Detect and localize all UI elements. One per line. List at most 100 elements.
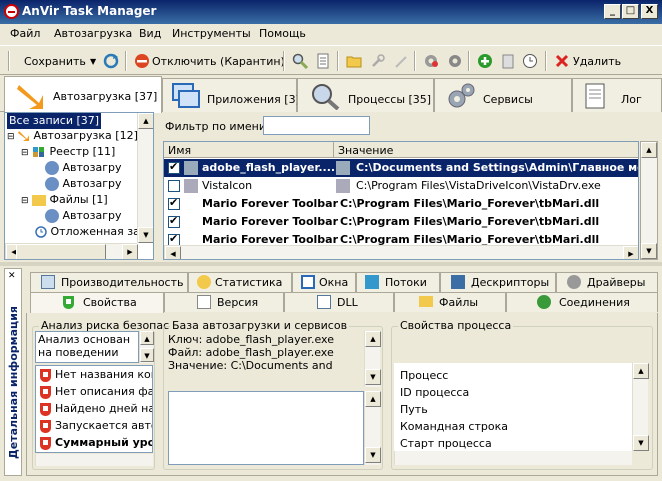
risk-item[interactable]: Нет названия ком: [40, 368, 152, 384]
collapse-icon[interactable]: ⊟: [21, 196, 29, 206]
tree-item-autostart[interactable]: ⊟ Автозагрузка [12]: [7, 129, 138, 145]
notes-icon[interactable]: [500, 53, 516, 69]
close-detail-icon[interactable]: ✕: [8, 271, 16, 281]
menu-view[interactable]: Вид: [139, 27, 161, 40]
enabled-checkbox[interactable]: [168, 196, 180, 210]
refresh-icon[interactable]: [103, 53, 119, 69]
scroll-up-button[interactable]: ▲: [140, 331, 154, 345]
tree-item-files[interactable]: ⊟ Файлы [1]: [21, 193, 108, 209]
scroll-up-button[interactable]: ▲: [365, 391, 381, 407]
tab-autostart[interactable]: Автозагрузка [37]: [4, 76, 162, 113]
wrench-icon[interactable]: [394, 53, 410, 69]
list-hscrollbar[interactable]: ◀ ▶: [164, 245, 638, 259]
save-dropdown-icon[interactable]: ▼: [90, 57, 96, 66]
risk-item[interactable]: Найдено дней наз: [40, 402, 152, 418]
tab-version[interactable]: Версия: [164, 292, 284, 312]
risk-basis-scrollbar[interactable]: ▲ ▼: [139, 331, 154, 363]
props-scrollbar[interactable]: ▲ ▼: [632, 363, 649, 451]
tab-statistics[interactable]: Статистика: [188, 272, 292, 292]
properties-icon[interactable]: [315, 53, 331, 69]
scroll-down-button[interactable]: ▼: [641, 243, 657, 259]
tab-connections[interactable]: Соединения: [506, 292, 658, 312]
risk-item[interactable]: Нет описания фай: [40, 385, 152, 401]
cog-icon[interactable]: [447, 53, 463, 69]
scroll-left-button[interactable]: ◀: [165, 246, 181, 259]
toolbar-separator: [468, 51, 470, 71]
search-icon[interactable]: [292, 53, 308, 69]
log-icon: [585, 83, 605, 109]
database-notes[interactable]: [168, 391, 364, 465]
tab-applications[interactable]: Приложения [3]: [162, 78, 300, 112]
tab-services[interactable]: Сервисы: [434, 78, 572, 112]
risk-hscrollbar[interactable]: [35, 454, 153, 466]
tree-item-files-1[interactable]: Автозагру: [45, 209, 122, 225]
tab-threads-label: Потоки: [385, 276, 427, 289]
menu-autostart[interactable]: Автозагрузка: [54, 27, 132, 40]
menu-tools[interactable]: Инструменты: [172, 27, 251, 40]
notes-scrollbar[interactable]: ▲ ▼: [364, 391, 381, 465]
tab-drivers[interactable]: Драйверы: [556, 272, 658, 292]
tree-item-delayed[interactable]: Отложенная за: [35, 225, 140, 241]
tree-item-registry-1[interactable]: Автозагру: [45, 161, 122, 177]
scroll-up-button[interactable]: ▲: [633, 363, 649, 379]
collapse-icon[interactable]: ⊟: [7, 132, 15, 142]
table-row[interactable]: Mario Forever Toolbar C:\Program Files\M…: [164, 195, 638, 213]
maximize-button[interactable]: □: [622, 4, 639, 19]
gear-icon[interactable]: [423, 53, 439, 69]
tab-files[interactable]: Файлы: [394, 292, 506, 312]
scroll-thumb[interactable]: [16, 244, 106, 259]
tools-icon[interactable]: [370, 53, 386, 69]
scroll-down-button[interactable]: ▼: [365, 447, 381, 463]
row-value: C:\Program Files\Mario_Forever\tbMari.dl…: [340, 215, 600, 228]
tab-windows[interactable]: Окна: [292, 272, 356, 292]
tab-processes[interactable]: Процессы [35]: [297, 78, 434, 112]
tab-log[interactable]: Лог: [572, 78, 662, 112]
splitter[interactable]: [0, 262, 662, 266]
scroll-up-button[interactable]: ▲: [138, 113, 153, 129]
database-scrollbar[interactable]: ▲ ▼: [364, 331, 381, 387]
table-row[interactable]: Mario Forever Toolbar C:\Program Files\M…: [164, 213, 638, 231]
disable-quarantine-button[interactable]: Отключить (Карантин): [152, 55, 285, 68]
tab-handles[interactable]: Дескрипторы: [440, 272, 556, 292]
minimize-button[interactable]: _: [604, 4, 621, 19]
add-icon[interactable]: [477, 53, 493, 69]
risk-item[interactable]: Запускается автом: [40, 419, 152, 435]
folder-icon[interactable]: [346, 53, 362, 69]
save-button[interactable]: Сохранить: [24, 55, 86, 68]
collapse-icon[interactable]: ⊟: [21, 148, 29, 158]
tab-dll[interactable]: DLL: [284, 292, 394, 312]
delete-button[interactable]: Удалить: [573, 55, 621, 68]
props-hscrollbar[interactable]: [394, 451, 632, 465]
enabled-checkbox[interactable]: [168, 214, 180, 228]
tab-properties[interactable]: Свойства: [30, 292, 164, 313]
menu-help[interactable]: Помощь: [259, 27, 306, 40]
tree-vscrollbar[interactable]: ▲ ▼: [137, 113, 153, 243]
list-vscrollbar[interactable]: ▲ ▼: [640, 141, 658, 260]
tree-item-registry[interactable]: ⊟ Реестр [11]: [21, 145, 115, 161]
scroll-right-button[interactable]: ▶: [122, 244, 138, 259]
scroll-down-button[interactable]: ▼: [138, 227, 153, 243]
filter-input[interactable]: [263, 116, 370, 135]
scroll-up-button[interactable]: ▲: [365, 331, 381, 347]
scroll-down-button[interactable]: ▼: [140, 348, 154, 362]
tree-hscrollbar[interactable]: ◀ ▶: [5, 243, 138, 259]
table-row[interactable]: adobe_flash_player.... C:\Documents and …: [164, 159, 638, 177]
tree-item-registry-2[interactable]: Автозагру: [45, 177, 122, 193]
scroll-right-button[interactable]: ▶: [623, 246, 638, 259]
menu-file[interactable]: Файл: [10, 27, 40, 40]
column-header-name[interactable]: Имя: [164, 142, 334, 158]
handles-icon: [451, 275, 465, 289]
close-button[interactable]: X: [641, 4, 658, 19]
tab-threads[interactable]: Потоки: [356, 272, 440, 292]
enabled-checkbox[interactable]: [168, 180, 180, 192]
clock-icon[interactable]: [522, 53, 538, 69]
scroll-up-button[interactable]: ▲: [641, 142, 657, 158]
enabled-checkbox[interactable]: [168, 160, 180, 174]
scroll-down-button[interactable]: ▼: [633, 435, 649, 451]
risk-total[interactable]: Суммарный уров: [40, 436, 152, 452]
scroll-down-button[interactable]: ▼: [365, 369, 381, 385]
table-row[interactable]: VistaIcon C:\Program Files\VistaDriveIco…: [164, 177, 638, 195]
tab-performance[interactable]: Производительность: [30, 272, 188, 292]
tree-item-all[interactable]: Все записи [37]: [7, 113, 102, 129]
column-header-value[interactable]: Значение: [334, 142, 638, 158]
